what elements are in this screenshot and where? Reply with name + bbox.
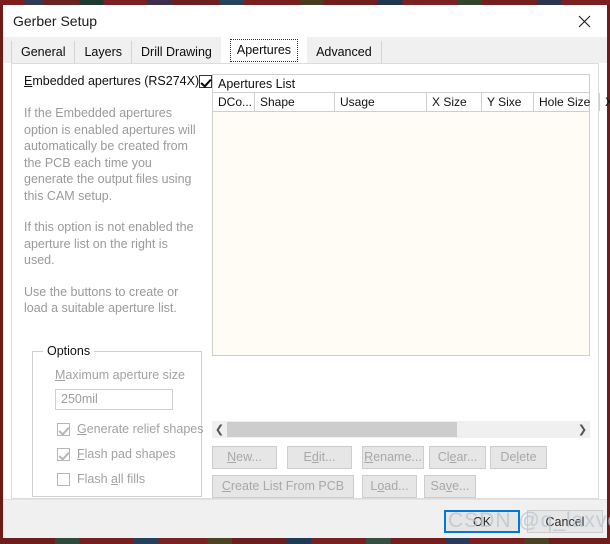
flash-all-fills-checkbox[interactable]	[57, 472, 70, 486]
column-header-x-o[interactable]: X O	[600, 93, 610, 111]
gerber-setup-dialog: Gerber Setup General Layers Drill Drawing A…	[3, 5, 610, 538]
flash-all-fills-row[interactable]: Flash all fills	[57, 472, 145, 486]
embedded-apertures-row[interactable]: Embedded apertures (RS274X)	[24, 74, 213, 88]
ok-button[interactable]: OK	[444, 510, 520, 533]
tab-strip: General Layers Drill Drawing Apertures Advan…	[3, 37, 607, 63]
new-button[interactable]: New...	[212, 446, 277, 469]
create-list-from-pcb-button[interactable]: Create List From PCB	[212, 475, 354, 498]
save-button[interactable]: Save...	[424, 475, 476, 498]
edit-button[interactable]: Edit...	[287, 446, 352, 469]
description-paragraph: Use the buttons to create or load a suit…	[24, 284, 179, 316]
delete-button[interactable]: Delete	[490, 446, 547, 469]
screen-capture-artifact-bottom	[0, 538, 610, 544]
description-paragraph: If the Embedded apertures option is enab…	[24, 106, 196, 203]
generate-relief-shapes-checkbox[interactable]	[57, 422, 70, 436]
scrollbar-thumb[interactable]	[227, 422, 457, 437]
column-header-usage[interactable]: Usage	[335, 93, 427, 111]
dialog-footer: OK Cancel	[3, 499, 607, 538]
footer-divider	[3, 499, 607, 500]
options-group-title: Options	[43, 344, 95, 358]
tab-apertures[interactable]: Apertures	[220, 37, 308, 63]
apertures-description-text: If the Embedded apertures option is enab…	[24, 105, 196, 317]
flash-all-fills-label: Flash all fills	[77, 472, 146, 486]
close-icon[interactable]	[562, 5, 607, 37]
column-header-y-sixe[interactable]: Y Sixe	[482, 93, 534, 111]
embedded-apertures-checkbox[interactable]	[199, 74, 213, 88]
column-header-hole-size[interactable]: Hole Size	[534, 93, 600, 111]
tab-general[interactable]: General	[11, 41, 76, 63]
scrollbar-track[interactable]	[227, 421, 575, 438]
generate-relief-shapes-label: Generate relief shapes	[77, 422, 204, 436]
tab-advanced[interactable]: Advanced	[306, 41, 382, 63]
tab-list: General Layers Drill Drawing Apertures Advan…	[11, 37, 382, 63]
apertures-list-hscrollbar[interactable]: ❮ ❯	[212, 421, 590, 438]
tab-label: Apertures	[229, 39, 299, 62]
apertures-list-body[interactable]	[212, 112, 590, 356]
flash-pad-shapes-label: Flash pad shapes	[77, 447, 176, 461]
tab-drill-drawing[interactable]: Drill Drawing	[131, 41, 222, 63]
rename-button[interactable]: Rename...	[362, 446, 424, 469]
left-options-column: Embedded apertures (RS274X) If the Embed…	[24, 74, 213, 317]
column-header-shape[interactable]: Shape	[255, 93, 335, 111]
apertures-list-panel: Apertures List DCo... Shape Usage X Size Y S…	[212, 74, 610, 356]
maximum-aperture-size-input[interactable]: 250mil	[55, 389, 173, 410]
tab-layers[interactable]: Layers	[74, 41, 133, 63]
title-bar: Gerber Setup	[3, 5, 607, 37]
description-paragraph: If this option is not enabled the apertu…	[24, 220, 194, 267]
tab-panel-apertures: Embedded apertures (RS274X) If the Embed…	[11, 63, 610, 499]
cancel-button[interactable]: Cancel	[527, 510, 603, 533]
scroll-left-arrow-icon[interactable]: ❮	[212, 421, 227, 438]
load-button[interactable]: Load...	[362, 475, 417, 498]
flash-pad-shapes-checkbox[interactable]	[57, 447, 70, 461]
embedded-apertures-label: Embedded apertures (RS274X)	[24, 74, 200, 88]
column-header-dco[interactable]: DCo...	[213, 93, 255, 111]
window-title: Gerber Setup	[13, 13, 98, 29]
maximum-aperture-size-label: Maximum aperture size	[55, 368, 185, 382]
apertures-list-title: Apertures List	[212, 74, 590, 92]
column-header-x-size[interactable]: X Size	[427, 93, 482, 111]
clear-button[interactable]: Clear...	[429, 446, 486, 469]
scroll-right-arrow-icon[interactable]: ❯	[575, 421, 590, 438]
generate-relief-shapes-row[interactable]: Generate relief shapes	[57, 422, 203, 436]
flash-pad-shapes-row[interactable]: Flash pad shapes	[57, 447, 176, 461]
options-group: Options Maximum aperture size 250mil Gen…	[32, 344, 203, 497]
apertures-list-header: DCo...ShapeUsageX SizeY SixeHole SizeX O	[212, 92, 610, 112]
